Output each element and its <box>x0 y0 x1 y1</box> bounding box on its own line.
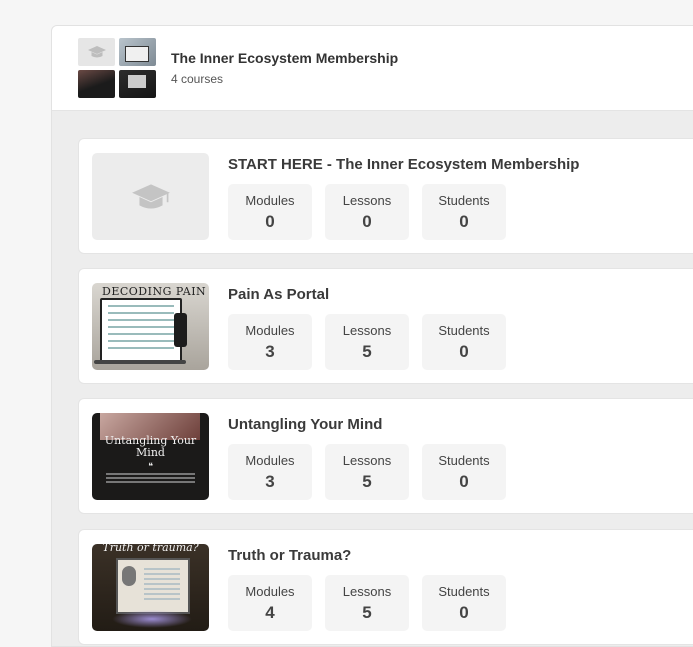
quote-icon: ❝ <box>148 461 153 471</box>
thumbnail-text: Untangling Your Mind <box>104 434 197 459</box>
course-title: Untangling Your Mind <box>228 416 383 433</box>
course-card[interactable]: Truth or trauma? Truth or Trauma? Module… <box>78 529 693 645</box>
thumbnail-text: Truth or trauma? <box>102 544 199 554</box>
modules-stat: Modules 3 <box>228 444 312 500</box>
lessons-stat: Lessons 5 <box>325 314 409 370</box>
course-card[interactable]: START HERE - The Inner Ecosystem Members… <box>78 138 693 254</box>
course-stats: Modules 0 Lessons 0 Students 0 <box>228 184 506 240</box>
lessons-stat: Lessons 5 <box>325 444 409 500</box>
course-thumbnail: Untangling Your Mind ❝ <box>92 413 209 500</box>
students-stat: Students 0 <box>422 184 506 240</box>
course-count: 4 courses <box>171 72 224 86</box>
thumbnail-text: DECODING PAIN <box>102 285 207 298</box>
course-thumbnail-mini <box>119 70 156 98</box>
graduation-cap-icon <box>131 183 170 209</box>
students-stat: Students 0 <box>422 314 506 370</box>
membership-thumbnail-collage <box>78 38 156 98</box>
course-thumbnail-mini <box>78 70 115 98</box>
modules-stat: Modules 0 <box>228 184 312 240</box>
course-thumbnail: DECODING PAIN <box>92 283 209 370</box>
course-stats: Modules 3 Lessons 5 Students 0 <box>228 314 506 370</box>
course-card[interactable]: DECODING PAIN Pain As Portal Modules 3 Le… <box>78 268 693 384</box>
course-thumbnail-mini <box>119 38 156 66</box>
course-title: Pain As Portal <box>228 286 330 303</box>
course-thumbnail: Truth or trauma? <box>92 544 209 631</box>
course-title: START HERE - The Inner Ecosystem Members… <box>228 156 580 173</box>
course-stats: Modules 3 Lessons 5 Students 0 <box>228 444 506 500</box>
membership-header[interactable]: The Inner Ecosystem Membership 4 courses <box>52 26 693 111</box>
course-thumbnail-placeholder <box>92 153 209 240</box>
modules-stat: Modules 3 <box>228 314 312 370</box>
lessons-stat: Lessons 0 <box>325 184 409 240</box>
graduation-cap-icon <box>78 38 115 66</box>
course-card[interactable]: Untangling Your Mind ❝ Untangling Your M… <box>78 398 693 514</box>
membership-panel: The Inner Ecosystem Membership 4 courses… <box>51 25 693 647</box>
membership-title: The Inner Ecosystem Membership <box>171 50 399 66</box>
students-stat: Students 0 <box>422 444 506 500</box>
course-title: Truth or Trauma? <box>228 547 352 564</box>
